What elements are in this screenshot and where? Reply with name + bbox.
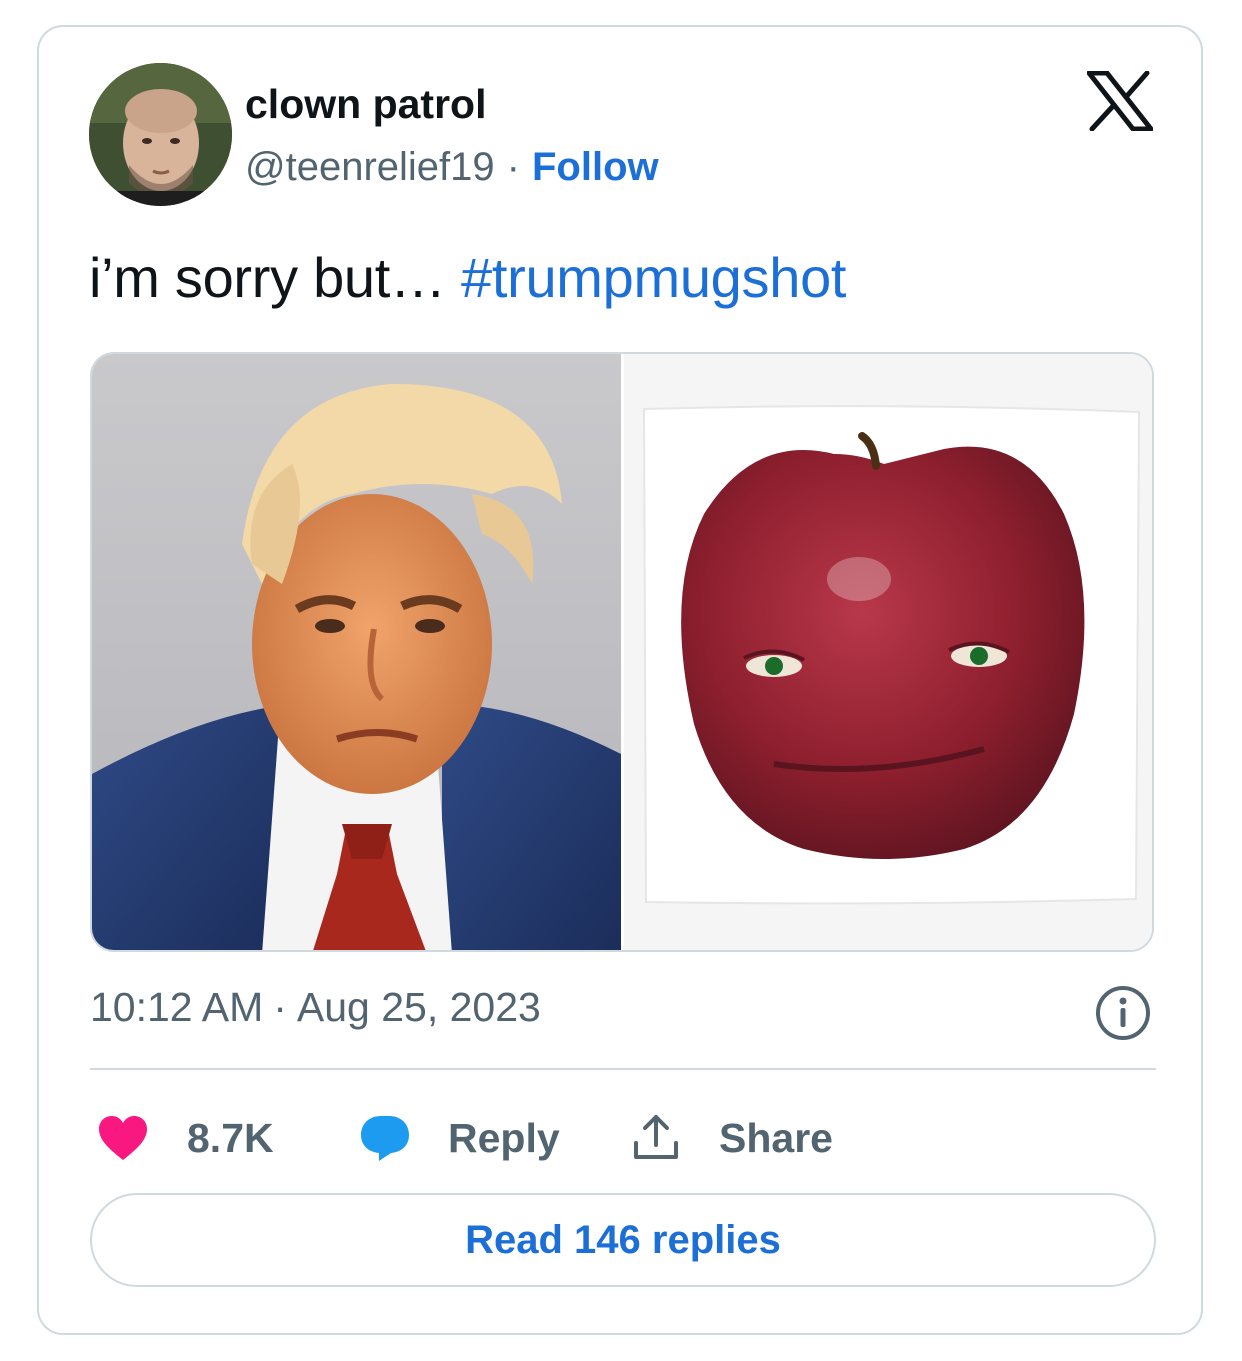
- timestamp-separator: ·: [273, 984, 287, 1030]
- mugshot-photo[interactable]: [92, 354, 621, 950]
- action-divider: [90, 1068, 1156, 1070]
- tweet-body: i’m sorry but…: [89, 246, 461, 309]
- speech-bubble-icon: [359, 1114, 411, 1162]
- share-button[interactable]: Share: [631, 1107, 833, 1169]
- handle-separator: ·: [506, 145, 520, 189]
- follow-link[interactable]: Follow: [532, 145, 659, 189]
- info-icon[interactable]: [1094, 984, 1152, 1042]
- like-count: 8.7K: [187, 1114, 274, 1161]
- reply-label: Reply: [448, 1114, 560, 1161]
- author-handle-row: @teenrelief19 · Follow: [245, 145, 659, 190]
- heart-icon: [97, 1114, 149, 1162]
- tweet-text: i’m sorry but… #trumpmugshot: [89, 245, 846, 310]
- share-label: Share: [719, 1114, 833, 1161]
- x-logo-icon[interactable]: [1086, 70, 1154, 132]
- tweet-timestamp[interactable]: 10:12 AM · Aug 25, 2023: [90, 984, 541, 1031]
- tweet-time: 10:12 AM: [90, 984, 264, 1030]
- share-upload-icon: [631, 1113, 681, 1163]
- tweet-date: Aug 25, 2023: [296, 984, 541, 1030]
- author-handle[interactable]: @teenrelief19: [245, 145, 495, 189]
- like-button[interactable]: 8.7K: [97, 1107, 274, 1169]
- reply-button[interactable]: Reply: [359, 1107, 560, 1169]
- author-avatar[interactable]: [89, 63, 232, 206]
- apple-face-image[interactable]: [621, 354, 1152, 950]
- author-display-name[interactable]: clown patrol: [245, 81, 486, 128]
- embedded-tweet-card: clown patrol @teenrelief19 · Follow i’m so…: [37, 25, 1203, 1335]
- hashtag-link[interactable]: #trumpmugshot: [461, 246, 846, 309]
- read-replies-button[interactable]: Read 146 replies: [90, 1193, 1156, 1287]
- tweet-media: [90, 352, 1154, 952]
